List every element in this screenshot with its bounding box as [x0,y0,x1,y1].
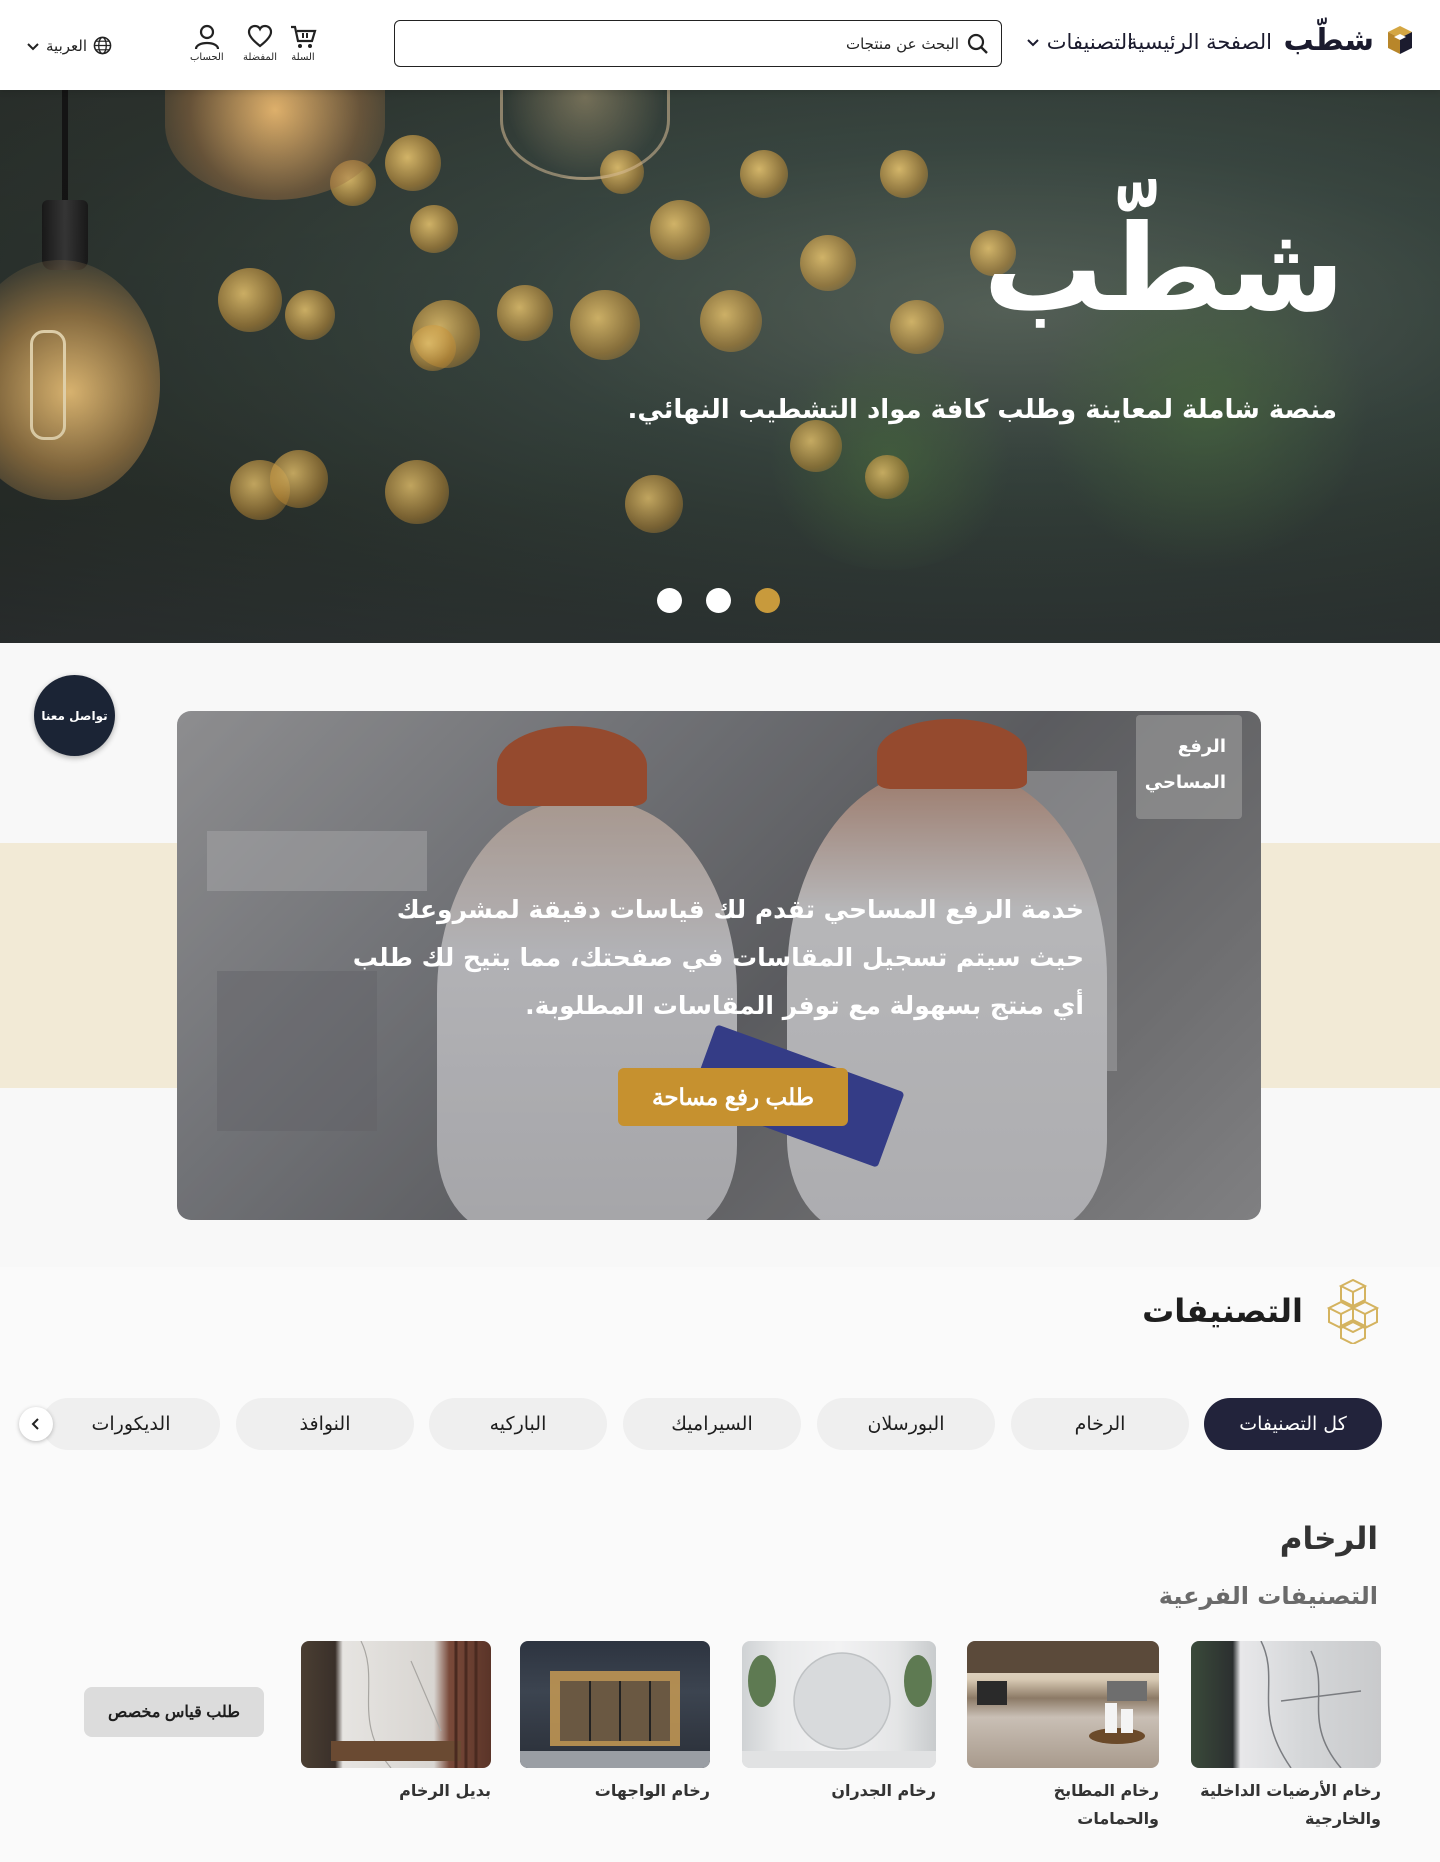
logo-mark-icon [1388,26,1412,54]
wall-scene [742,1652,936,1768]
subcategory-label: رخام المطابخ والحمامات [1053,1781,1159,1828]
categories-cubes-icon [1326,1278,1380,1344]
survey-tag: الرفع المساحي [1136,715,1242,819]
search-box [394,20,1002,67]
category-pill-ceramic[interactable]: السيراميك [623,1398,801,1450]
search-input[interactable] [407,34,959,53]
kitchen-scene [967,1641,1159,1744]
marble-alternative-scene [331,1641,478,1768]
favorites-button[interactable]: المفضلة [243,24,277,63]
site-header: شطّب الصفحة الرئيسية التصنيفات السلة الم… [0,0,1440,90]
logo[interactable]: شطّب [1284,20,1420,60]
subcategory-tile-floor-marble[interactable] [1191,1641,1381,1768]
category-pill-marble[interactable]: الرخام [1011,1398,1189,1450]
subcategory-tile-marble-alternative[interactable] [301,1641,491,1768]
slider-dots [657,588,780,613]
search-icon[interactable] [967,33,989,55]
category-pills: كل التصنيفات الرخام البورسلان السيراميك … [16,1398,1384,1450]
category-pill-all[interactable]: كل التصنيفات [1204,1398,1382,1450]
chevron-down-icon [1027,39,1039,47]
section-subheading: التصنيفات الفرعية [1158,1582,1378,1610]
hero-shade [0,90,1440,643]
categories-title: التصنيفات [1142,1292,1303,1330]
facade-scene [520,1671,710,1768]
categories-heading: التصنيفات [1142,1278,1387,1344]
subcategory-label: رخام الأرضيات الداخلية والخارجية [1200,1781,1381,1828]
section-heading: الرخام [1279,1521,1378,1557]
account-button[interactable]: الحساب [190,24,224,63]
request-survey-button[interactable]: طلب رفع مساحة [618,1068,848,1126]
category-pill-porcelain[interactable]: البورسلان [817,1398,995,1450]
cart-label: السلة [291,52,315,63]
logo-text: شطّب [1283,22,1374,58]
language-selector[interactable]: العربية [26,36,112,55]
chevron-down-icon [27,42,39,50]
contact-us-button[interactable]: تواصل معنا [34,675,115,756]
scroll-categories-button[interactable] [19,1407,53,1441]
request-custom-measurement-button[interactable]: طلب قياس مخصص [84,1687,264,1737]
globe-icon [93,36,112,55]
category-pill-windows[interactable]: النوافذ [236,1398,414,1450]
subcategory-tile-kitchen-marble[interactable] [967,1641,1159,1768]
subcategory-tile-wall-marble[interactable] [742,1641,936,1768]
cart-icon [291,25,317,48]
heart-icon [247,24,273,48]
user-icon [194,24,219,50]
cart-button[interactable]: السلة [289,24,317,63]
subcategory-tile-facade-marble[interactable] [520,1641,710,1768]
category-pill-decor[interactable]: الديكورات [42,1398,220,1450]
subcategory-label: رخام الواجهات [594,1781,710,1800]
survey-description: خدمة الرفع المساحي تقدم لك قياسات دقيقة … [352,895,1084,1020]
language-label: العربية [46,36,87,55]
nav-categories-label: التصنيفات [1046,30,1133,54]
marble-veins [1260,1641,1362,1768]
subcategory-label: رخام الجدران [831,1781,936,1800]
slider-dot-3[interactable] [755,588,780,613]
favorites-label: المفضلة [243,52,278,63]
hero-slider: شطّب منصة شاملة لمعاينة وطلب كافة مواد ا… [0,90,1440,643]
nav-categories-dropdown[interactable]: التصنيفات [1025,30,1133,54]
subcategory-label: بديل الرخام [399,1781,491,1800]
hero-subtitle: منصة شاملة لمعاينة وطلب كافة مواد التشطي… [627,395,1337,425]
slider-dot-1[interactable] [657,588,682,613]
nav-home-link[interactable]: الصفحة الرئيسية [1127,30,1272,54]
slider-dot-2[interactable] [706,588,731,613]
category-pill-parquet[interactable]: الباركيه [429,1398,607,1450]
account-label: الحساب [190,52,224,63]
chevron-left-icon [31,1418,39,1430]
survey-card: الرفع المساحي خدمة الرفع المساحي تقدم لك… [177,711,1261,1220]
hero-title: شطّب [983,200,1345,339]
